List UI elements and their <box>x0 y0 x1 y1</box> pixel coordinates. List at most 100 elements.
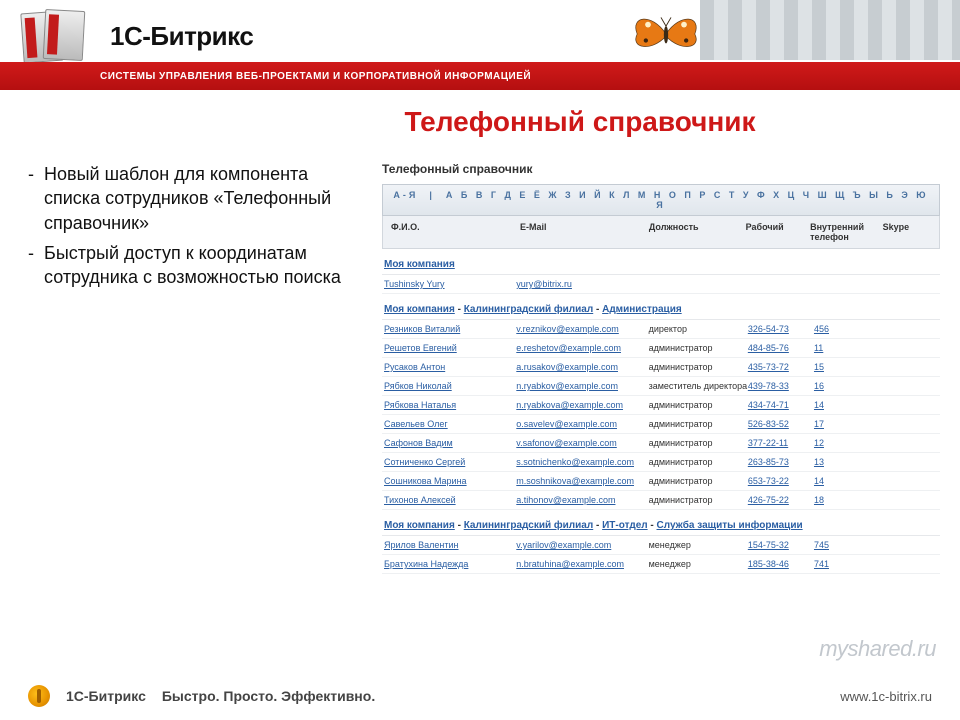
col-email: E-Mail <box>520 222 649 242</box>
employee-position: администратор <box>649 362 748 372</box>
employee-work-phone[interactable]: 435-73-72 <box>748 362 814 372</box>
employee-name-link[interactable]: Братухина Надежда <box>384 559 516 569</box>
breadcrumb-link[interactable]: Служба защиты информации <box>657 520 803 531</box>
employee-work-phone[interactable]: 154-75-32 <box>748 540 814 550</box>
alphabet-filter-bar[interactable]: А-Я | А Б В Г Д Е Ё Ж З И Й К Л М Н О П … <box>382 184 940 216</box>
employee-email-link[interactable]: e.reshetov@example.com <box>516 343 648 353</box>
directory-row: Сотниченко Сергейs.sotnichenko@example.c… <box>382 453 940 472</box>
breadcrumb-separator: - <box>648 520 657 531</box>
employee-position: администратор <box>649 476 748 486</box>
slide-footer: 1С-Битрикс Быстро. Просто. Эффективно. w… <box>0 672 960 720</box>
employee-name-link[interactable]: Тихонов Алексей <box>384 495 516 505</box>
employee-email-link[interactable]: v.safonov@example.com <box>516 438 648 448</box>
employee-work-phone[interactable]: 439-78-33 <box>748 381 814 391</box>
employee-email-link[interactable]: o.savelev@example.com <box>516 419 648 429</box>
employee-name-link[interactable]: Сошникова Марина <box>384 476 516 486</box>
employee-name-link[interactable]: Сафонов Вадим <box>384 438 516 448</box>
employee-ext-phone[interactable]: 741 <box>814 559 888 569</box>
employee-work-phone[interactable]: 377-22-11 <box>748 438 814 448</box>
breadcrumb-separator: - <box>593 304 602 315</box>
directory-row: Сафонов Вадимv.safonov@example.comадмини… <box>382 434 940 453</box>
watermark-text: myshared.ru <box>819 636 936 662</box>
directory-row: Сошникова Маринаm.soshnikova@example.com… <box>382 472 940 491</box>
employee-work-phone[interactable]: 326-54-73 <box>748 324 814 334</box>
employee-work-phone[interactable]: 426-75-22 <box>748 495 814 505</box>
employee-ext-phone[interactable]: 17 <box>814 419 888 429</box>
employee-ext-phone[interactable]: 16 <box>814 381 888 391</box>
breadcrumb-link[interactable]: Моя компания <box>384 259 455 270</box>
employee-work-phone[interactable]: 185-38-46 <box>748 559 814 569</box>
product-box-art <box>22 10 92 62</box>
alphabet-letters[interactable]: А Б В Г Д Е Ё Ж З И Й К Л М Н О П Р С Т … <box>446 190 929 210</box>
employee-ext-phone[interactable]: 14 <box>814 400 888 410</box>
alphabet-all[interactable]: А-Я <box>393 190 418 200</box>
employee-email-link[interactable]: n.bratuhina@example.com <box>516 559 648 569</box>
employee-position: администратор <box>649 343 748 353</box>
section-breadcrumb: Моя компания - Калининградский филиал - … <box>382 510 940 536</box>
employee-email-link[interactable]: a.tihonov@example.com <box>516 495 648 505</box>
employee-work-phone[interactable]: 263-85-73 <box>748 457 814 467</box>
employee-ext-phone[interactable]: 18 <box>814 495 888 505</box>
directory-row: Савельев Олегo.savelev@example.comадмини… <box>382 415 940 434</box>
employee-ext-phone[interactable]: 12 <box>814 438 888 448</box>
breadcrumb-link[interactable]: Калининградский филиал <box>464 304 594 315</box>
breadcrumb-link[interactable]: ИТ-отдел <box>602 520 648 531</box>
employee-email-link[interactable]: a.rusakov@example.com <box>516 362 648 372</box>
employee-position: администратор <box>649 495 748 505</box>
footer-slogan: Быстро. Просто. Эффективно. <box>162 688 375 704</box>
directory-row: Тихонов Алексейa.tihonov@example.comадми… <box>382 491 940 510</box>
employee-name-link[interactable]: Tushinsky Yury <box>384 279 516 289</box>
panel-title: Телефонный справочник <box>382 162 940 176</box>
employee-ext-phone[interactable]: 456 <box>814 324 888 334</box>
employee-work-phone[interactable]: 653-73-22 <box>748 476 814 486</box>
employee-email-link[interactable]: yury@bitrix.ru <box>516 279 648 289</box>
col-work: Рабочий <box>746 222 810 242</box>
employee-name-link[interactable]: Резников Виталий <box>384 324 516 334</box>
employee-ext-phone[interactable]: 11 <box>814 343 888 353</box>
header-tagline: СИСТЕМЫ УПРАВЛЕНИЯ ВЕБ-ПРОЕКТАМИ И КОРПО… <box>100 71 531 82</box>
bullet-item: Новый шаблон для компонента списка сотру… <box>44 162 364 235</box>
directory-row: Ярилов Валентинv.yarilov@example.comмене… <box>382 536 940 555</box>
breadcrumb-separator: - <box>455 520 464 531</box>
employee-position: менеджер <box>649 559 748 569</box>
header-top-row: 1С-Битрикс <box>0 0 960 62</box>
employee-email-link[interactable]: v.yarilov@example.com <box>516 540 648 550</box>
employee-ext-phone[interactable]: 745 <box>814 540 888 550</box>
employee-name-link[interactable]: Ярилов Валентин <box>384 540 516 550</box>
employee-name-link[interactable]: Савельев Олег <box>384 419 516 429</box>
slide-body: Телефонный справочник Новый шаблон для к… <box>0 100 960 672</box>
breadcrumb-link[interactable]: Калининградский филиал <box>464 520 594 531</box>
breadcrumb-link[interactable]: Моя компания <box>384 304 455 315</box>
employee-position: администратор <box>649 419 748 429</box>
butterfly-icon <box>630 8 702 60</box>
footer-logo-icon <box>28 685 50 707</box>
employee-ext-phone[interactable]: 13 <box>814 457 888 467</box>
breadcrumb-link[interactable]: Моя компания <box>384 520 455 531</box>
employee-email-link[interactable]: m.soshnikova@example.com <box>516 476 648 486</box>
slide-header: 1С-Битрикс СИСТЕМЫ УПРАВЛЕНИЯ ВЕБ-ПРОЕКТ… <box>0 0 960 90</box>
breadcrumb-link[interactable]: Администрация <box>602 304 682 315</box>
employee-position: администратор <box>649 438 748 448</box>
employee-name-link[interactable]: Сотниченко Сергей <box>384 457 516 467</box>
employee-work-phone[interactable]: 526-83-52 <box>748 419 814 429</box>
employee-work-phone[interactable]: 434-74-71 <box>748 400 814 410</box>
employee-name-link[interactable]: Рябков Николай <box>384 381 516 391</box>
employee-name-link[interactable]: Рябкова Наталья <box>384 400 516 410</box>
employee-ext-phone[interactable]: 14 <box>814 476 888 486</box>
col-position: Должность <box>649 222 746 242</box>
employee-ext-phone[interactable]: 15 <box>814 362 888 372</box>
feature-bullets: Новый шаблон для компонента списка сотру… <box>20 162 364 295</box>
header-red-bar: СИСТЕМЫ УПРАВЛЕНИЯ ВЕБ-ПРОЕКТАМИ И КОРПО… <box>0 62 960 90</box>
employee-work-phone[interactable]: 484-85-76 <box>748 343 814 353</box>
employee-name-link[interactable]: Русаков Антон <box>384 362 516 372</box>
footer-url[interactable]: www.1c-bitrix.ru <box>840 689 932 704</box>
employee-email-link[interactable]: n.ryabkova@example.com <box>516 400 648 410</box>
employee-name-link[interactable]: Решетов Евгений <box>384 343 516 353</box>
employee-position: заместитель директора <box>649 381 748 391</box>
breadcrumb-separator: - <box>455 304 464 315</box>
employee-email-link[interactable]: n.ryabkov@example.com <box>516 381 648 391</box>
employee-email-link[interactable]: s.sotnichenko@example.com <box>516 457 648 467</box>
section-breadcrumb: Моя компания - Калининградский филиал - … <box>382 294 940 320</box>
directory-row: Решетов Евгенийe.reshetov@example.comадм… <box>382 339 940 358</box>
employee-email-link[interactable]: v.reznikov@example.com <box>516 324 648 334</box>
